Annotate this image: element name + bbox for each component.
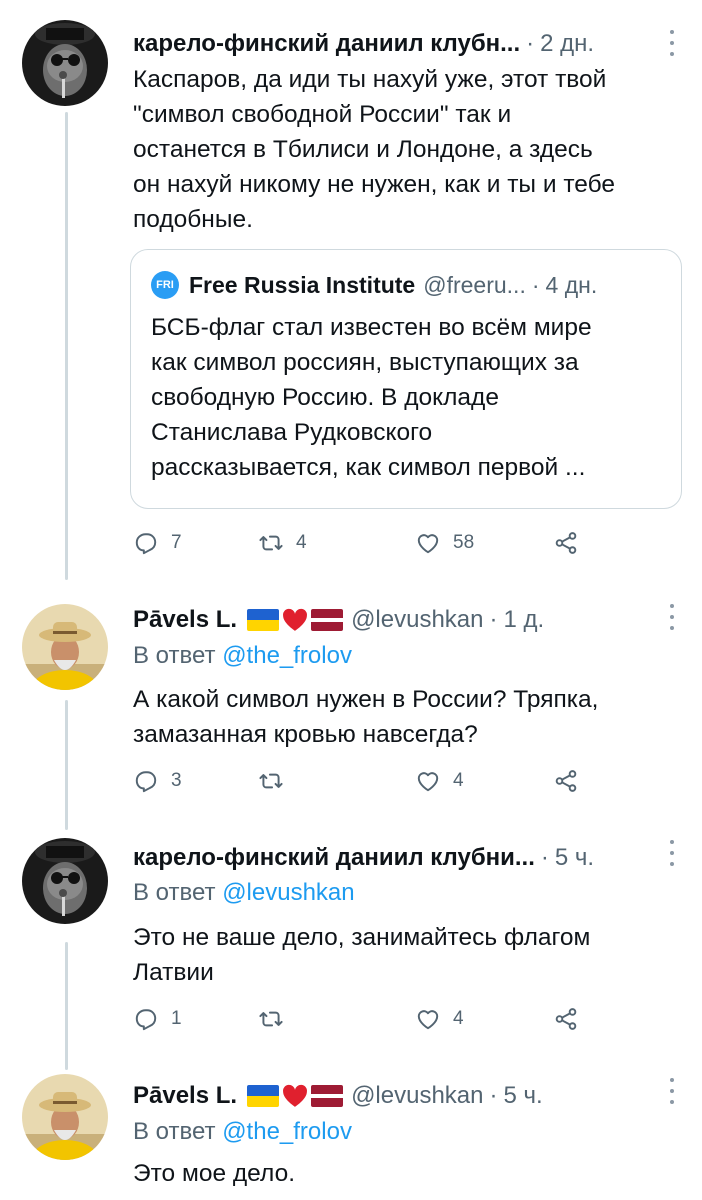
- retweet-icon: [259, 1011, 283, 1027]
- author-handle[interactable]: @levushkan: [351, 606, 483, 634]
- retweet-button[interactable]: [258, 1004, 296, 1034]
- like-count: 4: [453, 770, 464, 791]
- tweet[interactable]: Pāvels L. @levushkan · 5 ч. В ответ @the…: [0, 1070, 702, 1200]
- quote-author-name: Free Russia Institute: [189, 271, 416, 298]
- avatar[interactable]: [22, 1074, 108, 1160]
- tweet-text: Это мое дело.: [133, 1160, 296, 1187]
- ukraine-flag-icon: [247, 1085, 280, 1107]
- tweet-text: Каспаров, да иди ты нахуй уже, этот твой…: [133, 66, 616, 233]
- quoted-tweet[interactable]: FRI Free Russia Institute @freeru... · 4…: [130, 249, 682, 509]
- share-icon: [555, 532, 577, 554]
- quote-text: БСБ-флаг стал известен во всём мире как …: [151, 314, 592, 481]
- tweet-text: Это не ваше дело, занимайтесь флагом Лат…: [133, 924, 591, 986]
- more-icon[interactable]: [668, 30, 676, 56]
- red-heart-icon: [283, 608, 308, 631]
- reply-icon: [135, 1009, 157, 1031]
- reply-mention-link[interactable]: @levushkan: [222, 879, 354, 906]
- quote-avatar-icon: FRI: [151, 271, 179, 299]
- reply-button[interactable]: 3: [133, 766, 182, 796]
- timestamp[interactable]: 5 ч.: [555, 844, 594, 872]
- tweet[interactable]: карело-финский даниил клубни... · 5 ч. В…: [0, 830, 702, 1065]
- tweet-header: карело-финский даниил клубни... · 5 ч.: [133, 841, 662, 875]
- retweet-icon: [259, 535, 283, 551]
- quote-timestamp: 4 дн.: [545, 271, 598, 298]
- more-icon[interactable]: [668, 1078, 676, 1104]
- author-name[interactable]: карело-финский даниил клубн...: [133, 30, 520, 58]
- share-button[interactable]: [553, 1004, 579, 1034]
- tweet-actions: 7 4 58: [133, 528, 603, 558]
- ukraine-flag-icon: [247, 609, 280, 631]
- like-icon: [417, 534, 439, 554]
- tweet-text: А какой символ нужен в России? Тряпка, з…: [133, 686, 599, 748]
- author-name[interactable]: Pāvels L.: [133, 606, 237, 634]
- share-icon: [555, 1008, 577, 1030]
- tweet-header: Pāvels L. @levushkan · 5 ч.: [133, 1079, 662, 1113]
- reply-button[interactable]: 1: [133, 1004, 182, 1034]
- tweet[interactable]: Pāvels L. @levushkan · 1 д. В ответ @the…: [0, 592, 702, 822]
- like-count: 4: [453, 1008, 464, 1029]
- tweet-actions: 3 4: [133, 766, 603, 796]
- separator-dot: ·: [531, 271, 540, 298]
- tweet-header: Pāvels L. @levushkan · 1 д.: [133, 603, 662, 637]
- like-button[interactable]: 4: [415, 1004, 464, 1034]
- latvia-flag-icon: [311, 1085, 344, 1107]
- latvia-flag-icon: [311, 609, 344, 631]
- avatar[interactable]: [22, 838, 108, 924]
- quote-header: FRI Free Russia Institute @freeru... · 4…: [151, 270, 667, 300]
- like-button[interactable]: 4: [415, 766, 464, 796]
- avatar[interactable]: [22, 604, 108, 690]
- separator-dot: ·: [489, 1082, 498, 1109]
- share-button[interactable]: [553, 528, 579, 558]
- like-button[interactable]: 58: [415, 528, 474, 558]
- reply-prefix: В ответ: [133, 879, 216, 906]
- name-emojis: [247, 608, 344, 632]
- reply-mention-link[interactable]: @the_frolov: [222, 642, 352, 669]
- retweet-count: 4: [296, 532, 307, 553]
- separator-dot: ·: [526, 30, 535, 57]
- red-heart-icon: [283, 1084, 308, 1107]
- share-icon: [555, 770, 577, 792]
- retweet-icon: [259, 773, 283, 789]
- name-emojis: [247, 1084, 344, 1108]
- reply-button[interactable]: 7: [133, 528, 182, 558]
- timestamp[interactable]: 5 ч.: [504, 1082, 543, 1110]
- reply-count: 7: [171, 532, 182, 553]
- separator-dot: ·: [489, 606, 498, 633]
- retweet-button[interactable]: 4: [258, 528, 307, 558]
- reply-context: В ответ @the_frolov: [133, 642, 352, 670]
- reply-count: 3: [171, 770, 182, 791]
- share-button[interactable]: [553, 766, 579, 796]
- separator-dot: ·: [540, 844, 549, 871]
- tweet[interactable]: карело-финский даниил клубн... · 2 дн. К…: [0, 0, 702, 580]
- reply-mention-link[interactable]: @the_frolov: [222, 1118, 352, 1145]
- avatar[interactable]: [22, 20, 108, 106]
- more-icon[interactable]: [668, 840, 676, 866]
- retweet-button[interactable]: [258, 766, 296, 796]
- reply-icon: [135, 771, 157, 793]
- tweet-header: карело-финский даниил клубн... · 2 дн.: [133, 27, 662, 61]
- reply-context: В ответ @the_frolov: [133, 1118, 352, 1146]
- reply-count: 1: [171, 1008, 182, 1029]
- quote-handle: @freeru...: [423, 271, 526, 298]
- author-name[interactable]: Pāvels L.: [133, 1082, 237, 1110]
- author-handle[interactable]: @levushkan: [351, 1082, 483, 1110]
- timestamp[interactable]: 2 дн.: [540, 30, 594, 58]
- reply-context: В ответ @levushkan: [133, 879, 355, 907]
- reply-icon: [135, 533, 157, 555]
- timestamp[interactable]: 1 д.: [504, 606, 545, 634]
- author-name[interactable]: карело-финский даниил клубни...: [133, 844, 535, 872]
- like-icon: [417, 1010, 439, 1030]
- reply-prefix: В ответ: [133, 642, 216, 669]
- reply-prefix: В ответ: [133, 1118, 216, 1145]
- tweet-actions: 1 4: [133, 1004, 603, 1034]
- like-icon: [417, 772, 439, 792]
- like-count: 58: [453, 532, 475, 553]
- more-icon[interactable]: [668, 604, 676, 630]
